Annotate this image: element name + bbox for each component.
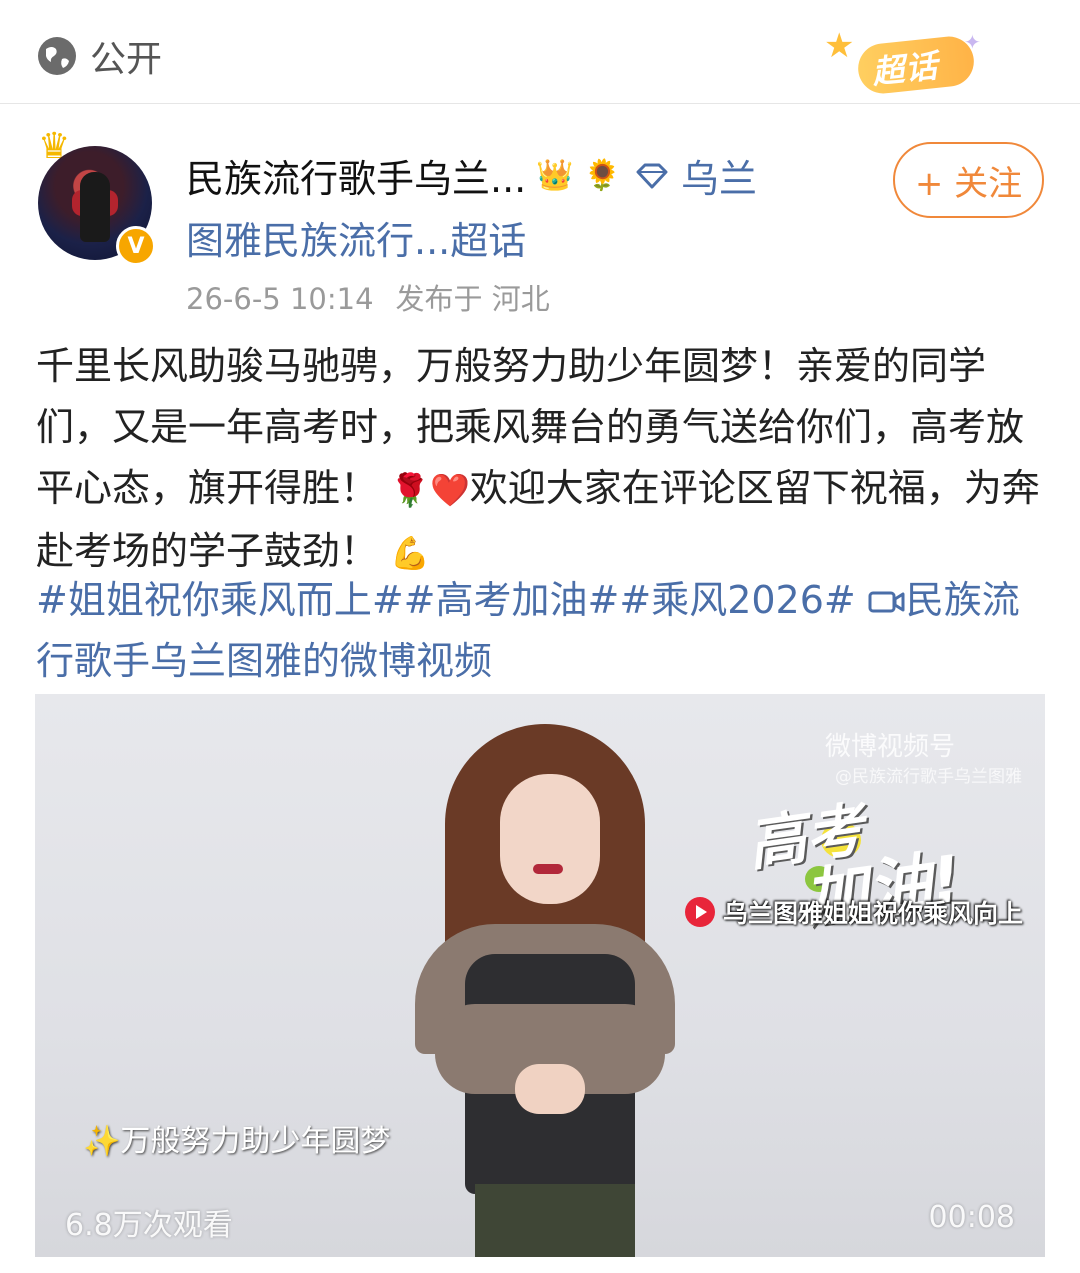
view-count: 6.8万次观看 (65, 1208, 233, 1243)
video-face (500, 774, 600, 904)
hashtag-links[interactable]: #姐姐祝你乘风而上##高考加油##乘风2026# (36, 578, 856, 622)
sunflower-icon[interactable]: 🌻 (584, 158, 621, 193)
play-logo-icon (685, 897, 715, 927)
post-meta: 26-6-5 10:14 发布于 河北 (186, 276, 550, 318)
video-pants (475, 1184, 635, 1257)
visibility-indicator[interactable]: 公开 (36, 30, 162, 82)
author-line: 民族流行歌手乌兰... 👑 🌻 乌兰 (186, 148, 757, 203)
muscle-icon: 💪 (390, 534, 430, 572)
supertopic-link[interactable]: 乌兰 (681, 148, 757, 203)
author-avatar[interactable]: ♛ V (36, 126, 156, 276)
video-hands (515, 1064, 585, 1114)
watermark-sub: @民族流行歌手乌兰图雅 (835, 767, 1022, 787)
author-name[interactable]: 民族流行歌手乌兰... (186, 148, 526, 203)
supertopic-link-cont[interactable]: 图雅民族流行...超话 (186, 210, 526, 265)
verified-badge: V (116, 226, 156, 266)
sparkle-icon: ✦ (964, 30, 981, 54)
caption-text: 乌兰图雅姐姐祝你乘风向上 (723, 899, 1024, 928)
top-bar: 公开 ★ 超话 ✦ (0, 0, 1080, 104)
crown-badge-icon[interactable]: 👑 (536, 158, 573, 193)
video-frame-person (405, 714, 705, 1257)
post-hashtags: #姐姐祝你乘风而上##高考加油##乘风2026# 民族流行歌手乌兰图雅的微博视频 (36, 570, 1044, 692)
video-lips (533, 864, 563, 874)
weibo-watermark: 微博视频号 (825, 732, 956, 762)
follow-button[interactable]: + 关注 (893, 142, 1044, 218)
video-player[interactable]: 微博视频号 @民族流行歌手乌兰图雅 高考 加油! 乌兰图雅姐姐祝你乘风向上 ✨万… (35, 694, 1045, 1257)
visibility-label: 公开 (90, 39, 163, 80)
globe-icon (38, 37, 76, 75)
rose-heart-icon: 🌹❤️ (390, 471, 470, 509)
supertopic-badge[interactable]: ★ 超话 ✦ (824, 26, 992, 98)
star-icon: ★ (824, 26, 855, 66)
video-subtitle: ✨万般努力助少年圆梦 (83, 1124, 391, 1159)
video-camera-icon (868, 591, 905, 613)
supertopic-label: 超话 (870, 46, 941, 92)
location: 发布于 河北 (395, 282, 550, 316)
timestamp: 26-6-5 10:14 (186, 282, 374, 316)
post-text: 千里长风助骏马驰骋，万般努力助少年圆梦！亲爱的同学们，又是一年高考时，把乘风舞台… (36, 336, 1044, 584)
avatar-figure (80, 172, 110, 242)
video-duration: 00:08 (928, 1200, 1015, 1235)
video-caption-tag: 乌兰图雅姐姐祝你乘风向上 (685, 894, 1023, 930)
diamond-icon (636, 163, 668, 188)
